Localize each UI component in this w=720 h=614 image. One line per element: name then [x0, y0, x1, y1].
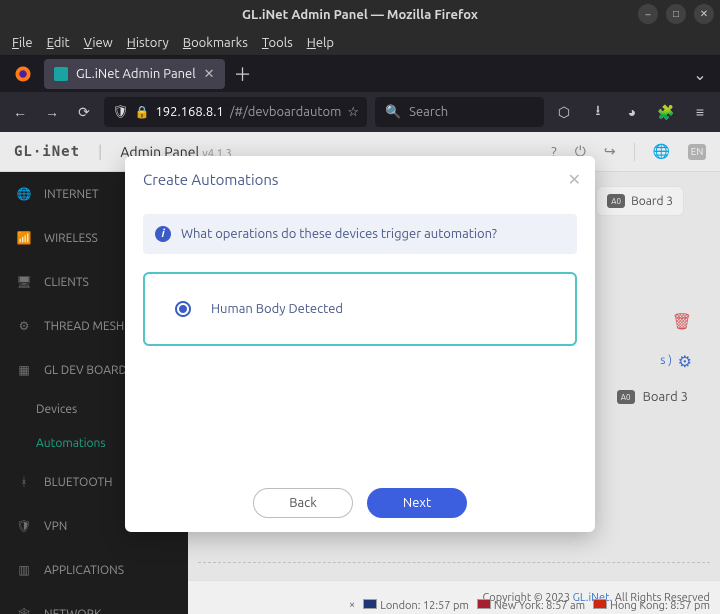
shield-icon[interactable]: 🛡 [112, 105, 129, 120]
modal-title: Create Automations [143, 171, 278, 188]
trigger-option-label: Human Body Detected [211, 302, 343, 316]
os-window-buttons: – □ ✕ [638, 4, 714, 24]
extensions-icon[interactable]: 🧩 [654, 100, 678, 124]
radio-selected[interactable] [175, 301, 191, 317]
nav-forward-button[interactable]: → [40, 100, 64, 124]
tab-title: GL.iNet Admin Panel [76, 67, 196, 81]
modal-overlay: Create Automations ✕ i What operations d… [0, 132, 720, 614]
os-close-button[interactable]: ✕ [694, 4, 714, 24]
browser-search-box[interactable]: 🔍 Search [375, 97, 544, 127]
page: GL·iNet | Admin Panel v4.1.3 ? ⏻ ↪ 🌐 EN … [0, 132, 720, 614]
browser-tab[interactable]: GL.iNet Admin Panel ✕ [44, 59, 225, 89]
tabs-overflow-button[interactable]: ⌄ [686, 65, 714, 84]
firefox-icon[interactable] [6, 59, 40, 89]
pocket-icon[interactable]: ⬡ [552, 100, 576, 124]
url-path: /#/devboardautom [230, 105, 342, 119]
modal-info-banner: i What operations do these devices trigg… [143, 214, 577, 254]
os-window-title: GL.iNet Admin Panel — Mozilla Firefox [242, 8, 478, 22]
menu-file[interactable]: File [12, 36, 33, 50]
menu-view[interactable]: View [84, 36, 113, 50]
next-button[interactable]: Next [367, 488, 467, 518]
menu-bookmarks[interactable]: Bookmarks [183, 36, 248, 50]
hamburger-menu-icon[interactable]: ≡ [688, 100, 712, 124]
trigger-option-card[interactable]: Human Body Detected [143, 272, 577, 346]
info-icon: i [155, 226, 171, 242]
browser-tabstrip: GL.iNet Admin Panel ✕ ＋ ⌄ [0, 56, 720, 92]
search-icon: 🔍 [385, 105, 401, 120]
nav-back-button[interactable]: ← [8, 100, 32, 124]
browser-menubar: File Edit View History Bookmarks Tools H… [0, 30, 720, 56]
create-automations-modal: Create Automations ✕ i What operations d… [125, 156, 595, 532]
back-button[interactable]: Back [253, 488, 353, 518]
menu-tools[interactable]: Tools [262, 36, 293, 50]
modal-header: Create Automations ✕ [125, 156, 595, 202]
modal-footer: Back Next [125, 474, 595, 532]
os-minimize-button[interactable]: – [638, 4, 658, 24]
os-maximize-button[interactable]: □ [666, 4, 686, 24]
downloads-icon[interactable]: ⭳ [586, 100, 610, 124]
modal-info-text: What operations do these devices trigger… [181, 227, 497, 241]
modal-close-button[interactable]: ✕ [568, 170, 581, 189]
bookmark-star-icon[interactable]: ☆ [347, 105, 359, 120]
tab-close-button[interactable]: ✕ [204, 67, 215, 82]
tab-favicon [54, 67, 68, 81]
menu-help[interactable]: Help [307, 36, 334, 50]
account-icon[interactable]: ◕ [620, 100, 644, 124]
browser-navbar: ← → ⟳ 🛡 🔒 192.168.8.1 /#/devboardautom ☆… [0, 92, 720, 132]
url-bar[interactable]: 🛡 🔒 192.168.8.1 /#/devboardautom ☆ [104, 97, 367, 127]
os-titlebar: GL.iNet Admin Panel — Mozilla Firefox – … [0, 0, 720, 30]
menu-edit[interactable]: Edit [47, 36, 70, 50]
nav-reload-button[interactable]: ⟳ [72, 100, 96, 124]
url-host: 192.168.8.1 [155, 105, 223, 119]
lock-icon[interactable]: 🔒 [135, 105, 150, 119]
menu-history[interactable]: History [127, 36, 169, 50]
new-tab-button[interactable]: ＋ [229, 60, 257, 88]
search-placeholder: Search [409, 105, 448, 119]
